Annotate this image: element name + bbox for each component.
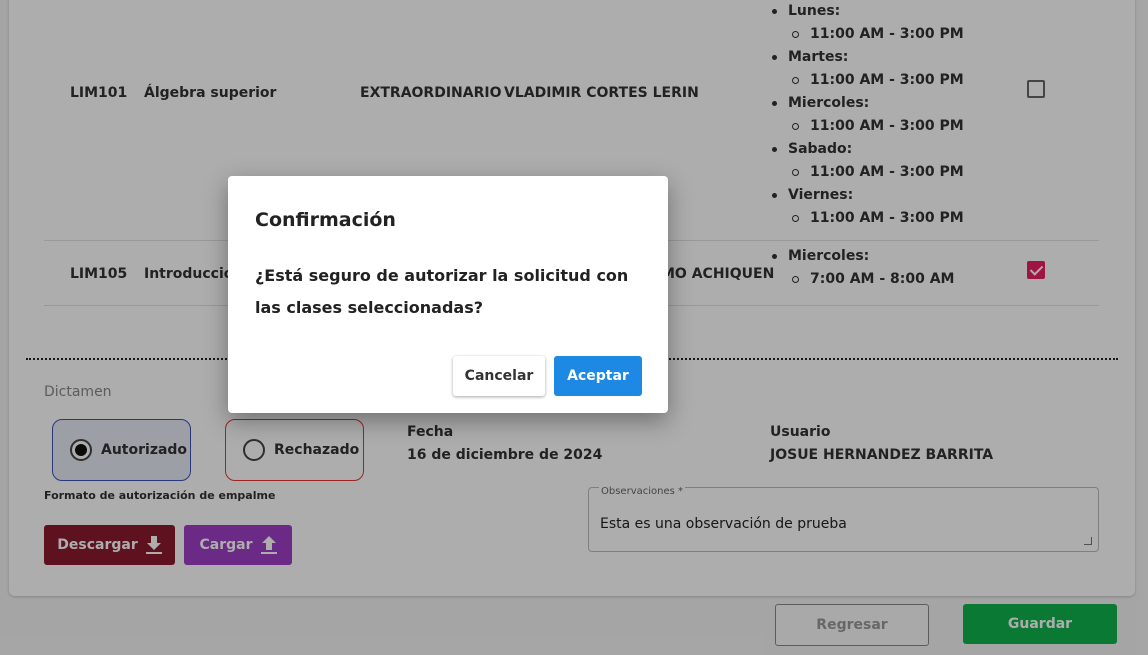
confirmation-dialog: Confirmación ¿Está seguro de autorizar l…: [228, 176, 668, 413]
cancel-button[interactable]: Cancelar: [453, 356, 545, 396]
dialog-message: ¿Está seguro de autorizar la solicitud c…: [255, 266, 629, 317]
dialog-title: Confirmación: [255, 209, 396, 231]
accept-button[interactable]: Aceptar: [554, 356, 642, 396]
